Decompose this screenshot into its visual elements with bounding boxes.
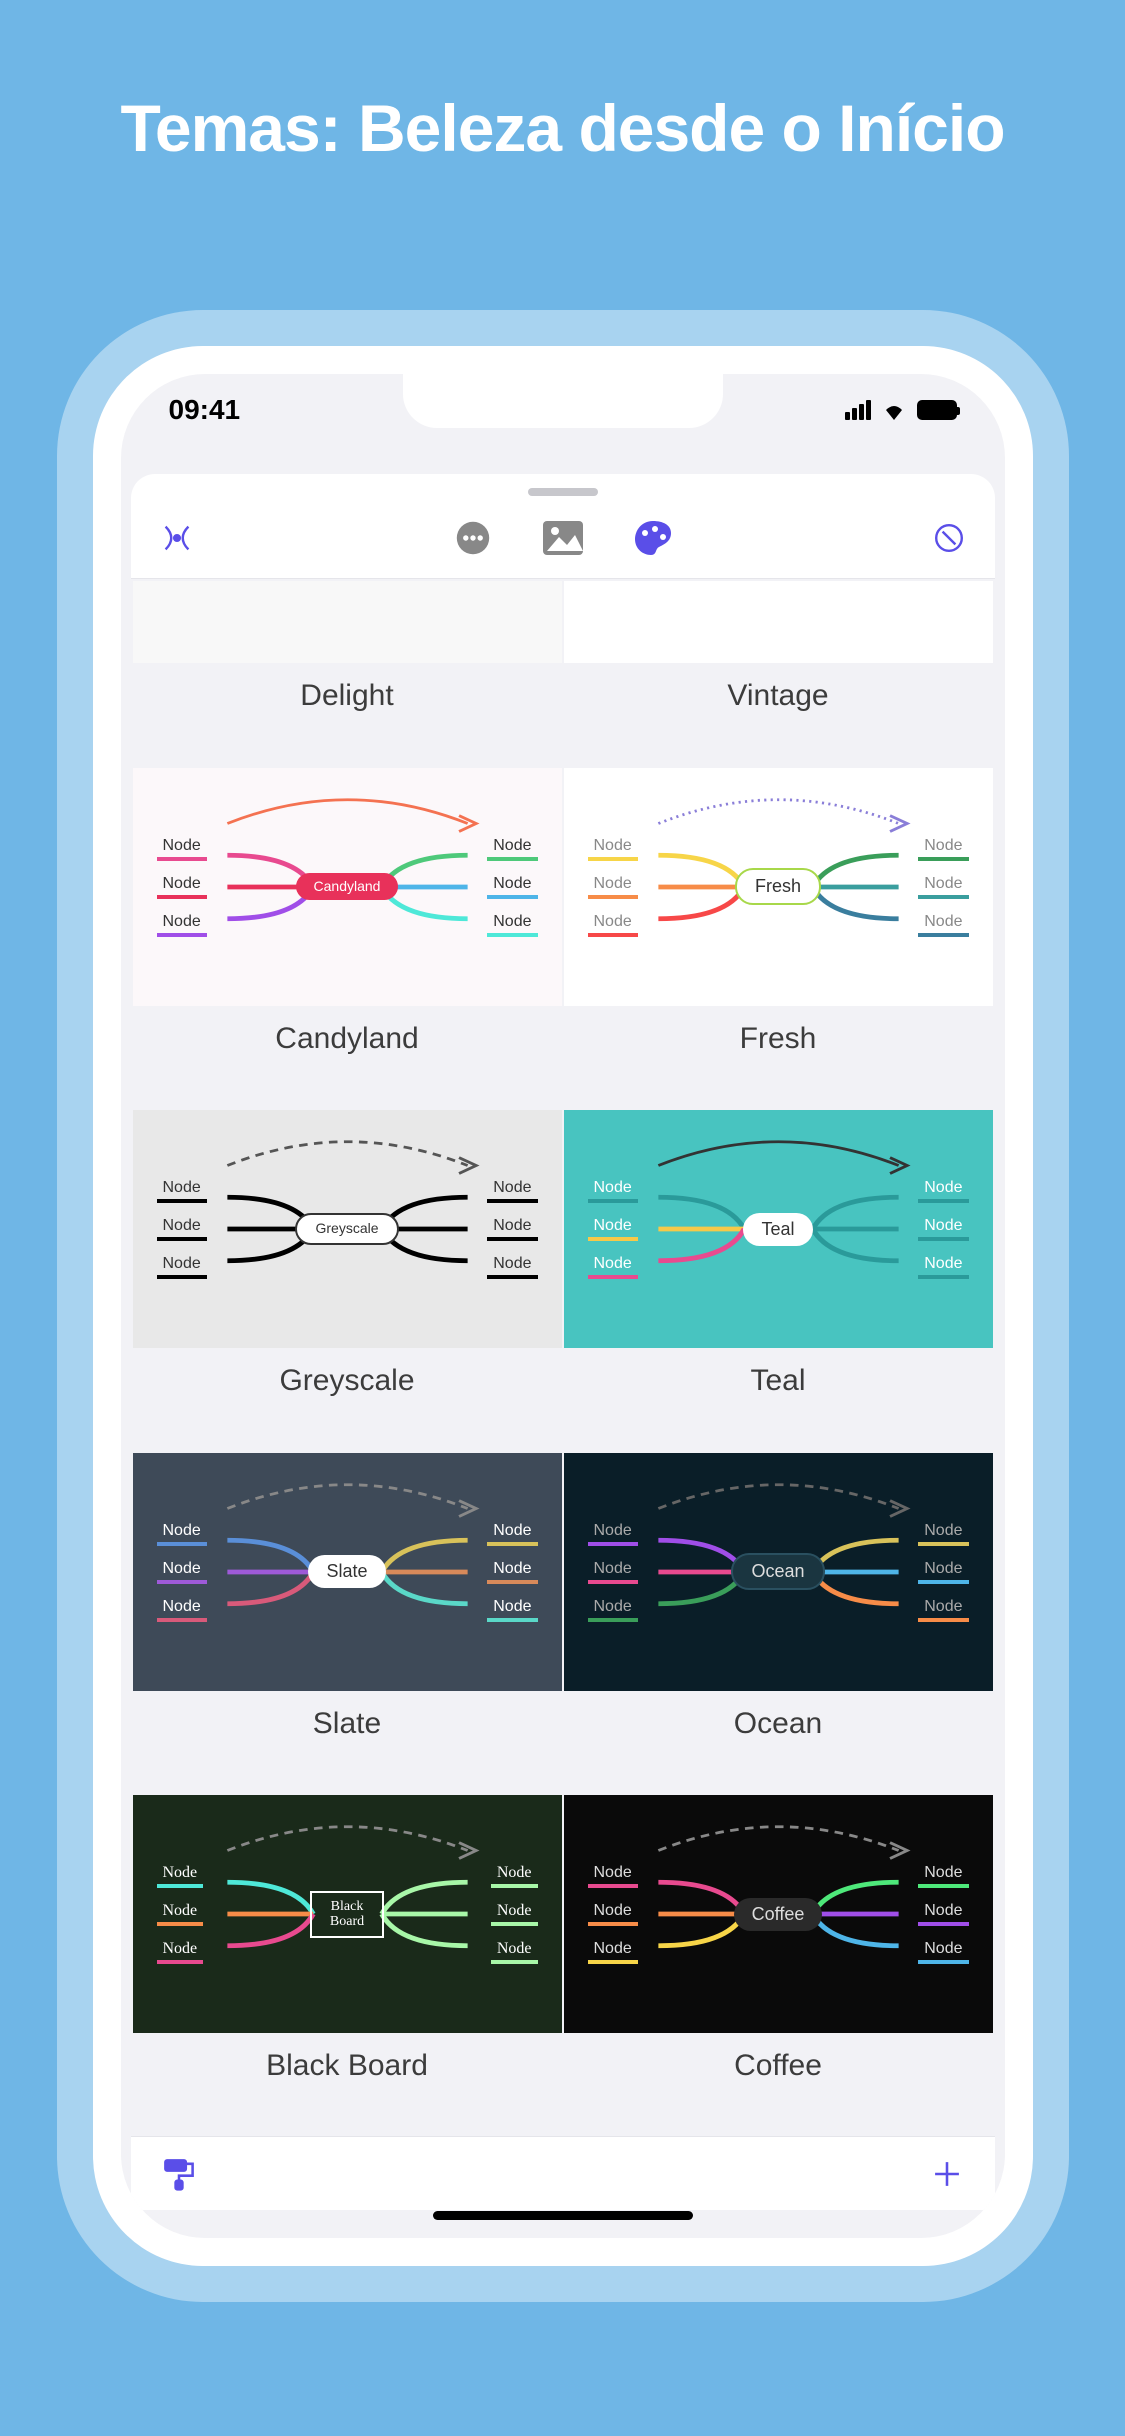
mindmap-node: Node <box>918 1598 968 1622</box>
mindmap-node: Node <box>487 1522 537 1546</box>
bottom-bar <box>131 2136 995 2210</box>
mindmap-center: Candyland <box>296 873 399 900</box>
mindmap-node: Node <box>918 1864 968 1888</box>
theme-card-delight[interactable]: Delight <box>133 581 562 766</box>
mindmap-node: Node <box>588 837 638 861</box>
theme-label: Fresh <box>564 1006 993 1076</box>
mindmap-node: Node <box>918 913 968 937</box>
mindmap-node: Node <box>157 837 207 861</box>
mindmap-node: Node <box>487 875 537 899</box>
mindmap-node: Node <box>157 1902 204 1926</box>
mindmap-node: Node <box>487 1255 537 1279</box>
theme-card-ocean[interactable]: Ocean Node Node Node Node Node Node Ocean <box>564 1453 993 1794</box>
mindmap-center: Coffee <box>734 1898 823 1931</box>
theme-label: Greyscale <box>133 1348 562 1418</box>
mindmap-node: Node <box>588 1902 638 1926</box>
mindmap-node: Node <box>588 1940 638 1964</box>
mindmap-node: Node <box>157 1179 207 1203</box>
mindmap-node: Node <box>588 1179 638 1203</box>
mindmap-node: Node <box>487 1179 537 1203</box>
theme-label: Ocean <box>564 1691 993 1761</box>
theme-card-greyscale[interactable]: Greyscale Node Node Node Node Node Node Greysca… <box>133 1110 562 1451</box>
mindmap-node: Node <box>157 1560 207 1584</box>
theme-card-black-board[interactable]: BlackBoard Node Node Node Node Node Node Black … <box>133 1795 562 2136</box>
mindmap-node: Node <box>588 875 638 899</box>
close-icon[interactable] <box>927 516 971 560</box>
status-time: 09:41 <box>169 394 241 426</box>
theme-label: Candyland <box>133 1006 562 1076</box>
toolbar <box>131 506 995 579</box>
mindmap-node: Node <box>588 1217 638 1241</box>
mindmap-center: Slate <box>308 1555 385 1588</box>
modal-grabber[interactable] <box>528 488 598 496</box>
theme-label: Delight <box>133 663 562 733</box>
theme-card-candyland[interactable]: Candyland Node Node Node Node Node Node Candyla… <box>133 768 562 1109</box>
image-icon[interactable] <box>541 516 585 560</box>
theme-label: Slate <box>133 1691 562 1761</box>
mindmap-node: Node <box>491 1940 538 1964</box>
mindmap-node: Node <box>491 1902 538 1926</box>
mindmap-node: Node <box>157 875 207 899</box>
more-icon[interactable] <box>451 516 495 560</box>
battery-icon <box>917 400 957 420</box>
palette-icon[interactable] <box>631 516 675 560</box>
theme-label: Coffee <box>564 2033 993 2103</box>
mindmap-node: Node <box>487 1217 537 1241</box>
mindmap-node: Node <box>588 1598 638 1622</box>
mindmap-node: Node <box>157 1217 207 1241</box>
theme-card-vintage[interactable]: Vintage <box>564 581 993 766</box>
mindmap-node: Node <box>918 1560 968 1584</box>
mindmap-center: Greyscale <box>295 1213 398 1244</box>
mindmap-node: Node <box>918 1522 968 1546</box>
page-title: Temas: Beleza desde o Início <box>120 90 1004 166</box>
mindmap-node: Node <box>918 875 968 899</box>
mindmap-node: Node <box>487 1598 537 1622</box>
mindmap-node: Node <box>157 1598 207 1622</box>
mindmap-node: Node <box>918 1179 968 1203</box>
theme-card-coffee[interactable]: Coffee Node Node Node Node Node Node Coffee <box>564 1795 993 2136</box>
connect-icon[interactable] <box>155 516 199 560</box>
home-indicator[interactable] <box>433 2211 693 2220</box>
theme-label: Black Board <box>133 2033 562 2103</box>
mindmap-node: Node <box>491 1864 538 1888</box>
mindmap-node: Node <box>918 1902 968 1926</box>
notch <box>403 374 723 428</box>
theme-card-slate[interactable]: Slate Node Node Node Node Node Node Slate <box>133 1453 562 1794</box>
mindmap-node: Node <box>157 1522 207 1546</box>
theme-grid: DelightVintage Candyland Node Node Node Node N… <box>131 579 995 2136</box>
mindmap-node: Node <box>588 1864 638 1888</box>
theme-label: Teal <box>564 1348 993 1418</box>
mindmap-center: BlackBoard <box>310 1891 384 1938</box>
mindmap-node: Node <box>487 1560 537 1584</box>
mindmap-node: Node <box>918 837 968 861</box>
phone-screen: 09:41 <box>121 374 1005 2238</box>
mindmap-node: Node <box>588 1255 638 1279</box>
mindmap-node: Node <box>487 913 537 937</box>
add-icon[interactable] <box>925 2152 969 2196</box>
mindmap-node: Node <box>157 1864 204 1888</box>
mindmap-center: Fresh <box>735 868 821 905</box>
mindmap-node: Node <box>588 1560 638 1584</box>
mindmap-node: Node <box>918 1940 968 1964</box>
mindmap-node: Node <box>588 913 638 937</box>
wifi-icon <box>881 400 907 420</box>
mindmap-node: Node <box>157 1940 204 1964</box>
mindmap-node: Node <box>918 1255 968 1279</box>
cellular-icon <box>845 400 871 420</box>
phone-frame: 09:41 <box>93 346 1033 2266</box>
mindmap-node: Node <box>157 913 207 937</box>
paint-roller-icon[interactable] <box>157 2152 201 2196</box>
theme-card-teal[interactable]: Teal Node Node Node Node Node Node Teal <box>564 1110 993 1451</box>
mindmap-node: Node <box>588 1522 638 1546</box>
mindmap-center: Teal <box>743 1213 812 1246</box>
mindmap-node: Node <box>157 1255 207 1279</box>
mindmap-center: Ocean <box>731 1553 824 1590</box>
theme-label: Vintage <box>564 663 993 733</box>
mindmap-node: Node <box>487 837 537 861</box>
theme-modal: DelightVintage Candyland Node Node Node Node N… <box>131 474 995 2210</box>
mindmap-node: Node <box>918 1217 968 1241</box>
theme-card-fresh[interactable]: Fresh Node Node Node Node Node Node Fresh <box>564 768 993 1109</box>
